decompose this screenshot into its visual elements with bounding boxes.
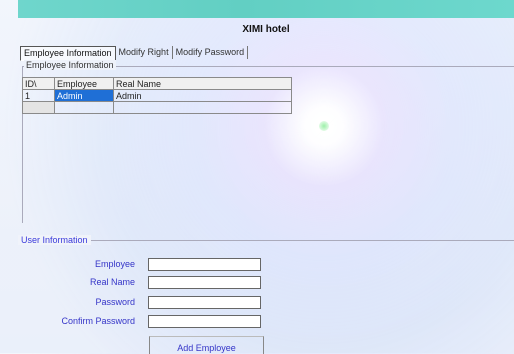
new-row-indicator[interactable] — [22, 101, 55, 114]
password-input[interactable] — [148, 296, 261, 309]
employee-table: ID\ Employee Real Name 1 Admin Admin — [22, 77, 292, 114]
column-header-real-name[interactable]: Real Name — [113, 77, 292, 90]
user-information-group-label: User Information — [18, 235, 91, 245]
cell-id[interactable]: 1 — [22, 89, 55, 102]
cell-real-name[interactable]: Admin — [113, 89, 292, 102]
tab-modify-right[interactable]: Modify Right — [116, 46, 173, 59]
table-header-row: ID\ Employee Real Name — [22, 77, 292, 90]
tab-strip: Employee Information Modify Right Modify… — [20, 46, 249, 61]
column-header-employee[interactable]: Employee — [54, 77, 114, 90]
password-field-label: Password — [95, 297, 135, 307]
window-title: XIMI hotel — [242, 24, 290, 35]
confirm-password-field-label: Confirm Password — [61, 316, 135, 326]
column-header-id[interactable]: ID\ — [22, 77, 55, 90]
employee-field-label: Employee — [94, 259, 135, 269]
new-row-employee-cell[interactable] — [54, 101, 114, 114]
confirm-password-input[interactable] — [148, 315, 261, 328]
table-new-row[interactable] — [22, 101, 292, 114]
real-name-input[interactable] — [148, 276, 261, 289]
tab-employee-information[interactable]: Employee Information — [20, 46, 116, 61]
new-row-real-name-cell[interactable] — [113, 101, 292, 114]
employee-information-group-label: Employee Information — [24, 60, 116, 70]
cell-employee[interactable]: Admin — [54, 89, 114, 102]
title-band — [18, 0, 514, 18]
employee-input[interactable] — [148, 258, 261, 271]
tab-modify-password[interactable]: Modify Password — [173, 46, 249, 59]
table-row[interactable]: 1 Admin Admin — [22, 89, 292, 102]
add-employee-button[interactable]: Add Employee — [149, 336, 264, 354]
real-name-field-label: Real Name — [89, 277, 135, 287]
